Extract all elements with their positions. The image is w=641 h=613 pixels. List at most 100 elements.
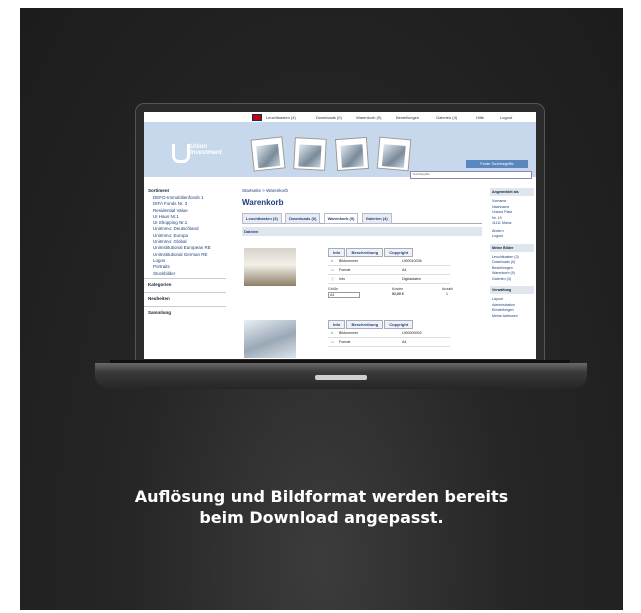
link-warenkorb[interactable]: Warenkorb (9) <box>492 271 532 276</box>
link-downloads[interactable]: Downloads (0) <box>492 260 532 265</box>
nav-item-uniimmo-de[interactable]: UniImmo: Deutschland <box>153 226 226 231</box>
header-photo-3 <box>334 136 370 172</box>
tab-warenkorb[interactable]: Warenkorb (9) <box>323 213 359 224</box>
cart-tabs: Leuchtkasten (3) Downloads (0) Warenkorb… <box>242 213 482 224</box>
dateien-section-header: Dateien <box>242 227 482 236</box>
caption-line-1: Auflösung und Bildformat werden bereits <box>134 487 509 506</box>
user-line: Nachname <box>492 204 510 209</box>
tab-galerien[interactable]: Galerien (4) <box>361 213 392 224</box>
right-sidebar: Angemeldet als Vorname Nachname Unions P… <box>490 188 534 359</box>
topbar-leuchtkasten[interactable]: Leuchtkasten (4) <box>266 115 296 120</box>
union-investment-logo[interactable]: Union Investment <box>172 142 232 163</box>
item-2-tab-copyright[interactable]: Copyright <box>384 320 414 329</box>
nav-item-uniinst-eu[interactable]: UniInstitutional European RE <box>153 245 226 250</box>
number-icon: # <box>331 331 333 335</box>
topbar-downloads[interactable]: Downloads (0) <box>316 115 342 120</box>
topbar-bestellungen[interactable]: Bestellungen <box>396 115 419 120</box>
logout-link[interactable]: Logout <box>492 234 532 239</box>
kosten-label: Kosten <box>392 287 404 291</box>
tab-leuchtkasten[interactable]: Leuchtkasten (3) <box>242 213 282 224</box>
nav-item-logos[interactable]: Logos <box>153 258 226 263</box>
item-2-tab-beschreibung[interactable]: Beschreibung <box>346 320 384 329</box>
user-line: Unions Platz <box>492 210 513 214</box>
nav-item-stockbilder[interactable]: Stockbilder <box>153 271 226 276</box>
item-1-tab-beschreibung[interactable]: Beschreibung <box>346 248 384 257</box>
nav-item-uniimmo-eu[interactable]: UniImmo: Europa <box>153 233 226 238</box>
nav-section-kategorien[interactable]: Kategorien <box>144 277 226 290</box>
nav-section-sammlung[interactable]: Sammlung <box>144 305 226 318</box>
nav-item-ui-haus[interactable]: UI Haus Nr.1 <box>153 214 226 219</box>
topbar-hilfe[interactable]: Hilfe <box>476 115 484 120</box>
link-administration[interactable]: Administration <box>492 303 532 308</box>
sortiment-heading: Sortiment <box>148 188 170 193</box>
format-icon: ▭ <box>331 268 335 272</box>
site-header: Union Investment Feste Suchbegriffe Such… <box>144 122 536 179</box>
caption: Auflösung und Bildformat werden bereits … <box>20 486 623 528</box>
item-2-row-bildnummer: # Bildnummer UI00000002 <box>328 330 450 338</box>
item-1-info-tabs: Info Beschreibung Copyright <box>328 248 450 257</box>
laptop-screen: Leuchtkasten (4) Downloads (0) Warenkorb… <box>144 112 536 359</box>
number-icon: # <box>331 259 333 263</box>
item-1-row-info: ⓘ Info Digitaldaten <box>328 276 450 284</box>
verwaltung-heading: Verwaltung <box>490 286 534 294</box>
nav-item-difa[interactable]: DIFA Fonds Nr. 3 <box>153 201 226 206</box>
groesse-label: Größe <box>328 287 339 291</box>
header-photo-4 <box>376 136 412 172</box>
link-einstellungen[interactable]: Einstellungen <box>492 308 532 313</box>
item-1-row-bildnummer: # Bildnummer UI00010036 <box>328 258 450 266</box>
anzahl-input[interactable]: 1 <box>446 292 448 296</box>
anzahl-label: Anzahl <box>442 287 453 291</box>
info-icon: ⓘ <box>331 277 335 281</box>
aendern-link[interactable]: Ändern <box>492 229 532 234</box>
uk-flag-icon[interactable] <box>252 114 262 121</box>
link-adressen[interactable]: Meine Adressen <box>492 314 532 319</box>
kosten-value: 92,00 € <box>392 292 404 296</box>
item-1-row-format: ▭ Format A4 <box>328 267 450 275</box>
background-stage: Leuchtkasten (4) Downloads (0) Warenkorb… <box>20 8 623 610</box>
laptop-lid: Leuchtkasten (4) Downloads (0) Warenkorb… <box>135 103 545 363</box>
nav-item-residential[interactable]: Residential Value <box>153 208 226 213</box>
nav-item-uniinst-de[interactable]: UniInstitutional German RE <box>153 252 226 257</box>
link-bestellungen[interactable]: Bestellungen <box>492 266 532 271</box>
union-logo-icon <box>172 144 190 163</box>
topbar-galerien[interactable]: Galerien (4) <box>436 115 457 120</box>
cart-item-1-image[interactable] <box>244 248 296 286</box>
breadcrumb[interactable]: Startseite > Warenkorb <box>242 188 482 193</box>
format-icon: ▭ <box>331 340 335 344</box>
link-galerien[interactable]: Galerien (4) <box>492 277 532 282</box>
tab-downloads[interactable]: Downloads (0) <box>285 213 321 224</box>
trackpad-notch <box>315 375 367 380</box>
nav-item-portraits[interactable]: Portraits <box>153 264 226 269</box>
laptop-base <box>95 363 587 389</box>
header-photo-1 <box>250 136 286 172</box>
main-content: Startseite > Warenkorb Warenkorb Leuchtk… <box>242 188 482 359</box>
nav-item-uniimmo-global[interactable]: UniImmo: Global <box>153 239 226 244</box>
logo-line-investment: Investment <box>190 150 222 156</box>
topbar-logout[interactable]: Logout <box>500 115 512 120</box>
user-line: Vorname <box>492 199 507 203</box>
nav-section-neuheiten[interactable]: Neuheiten <box>144 291 226 304</box>
angemeldet-heading: Angemeldet als <box>490 188 534 196</box>
user-line: Nr. 19 <box>492 215 502 220</box>
top-utility-bar: Leuchtkasten (4) Downloads (0) Warenkorb… <box>144 112 536 122</box>
left-navigation: Sortiment DEFO-Immobilienfonds 1 DIFA Fo… <box>144 188 226 359</box>
search-input[interactable]: Suchbegriffe <box>410 171 532 179</box>
item-1-tab-copyright[interactable]: Copyright <box>384 248 414 257</box>
user-line: 11111 Mainz <box>492 221 512 225</box>
page-title: Warenkorb <box>242 198 284 207</box>
cart-item-2-image[interactable] <box>244 320 296 358</box>
nav-item-defo[interactable]: DEFO-Immobilienfonds 1 <box>153 195 226 200</box>
caption-line-2: beim Download angepasst. <box>199 508 444 527</box>
link-layout[interactable]: Layout <box>492 297 532 302</box>
meine-bilder-heading: Meine Bilder <box>490 243 534 252</box>
item-2-tab-info[interactable]: Info <box>328 320 346 329</box>
item-2-info-tabs: Info Beschreibung Copyright <box>328 320 450 329</box>
feste-suchbegriffe-button[interactable]: Feste Suchbegriffe <box>466 160 528 168</box>
item-1-tab-info[interactable]: Info <box>328 248 346 257</box>
link-leuchtkasten[interactable]: Leuchtkasten (3) <box>492 255 532 260</box>
topbar-warenkorb[interactable]: Warenkorb (9) <box>356 115 381 120</box>
header-photo-2 <box>293 137 327 171</box>
groesse-select[interactable]: A4 <box>328 292 360 298</box>
nav-item-ui-shopping[interactable]: UI Shopping Nr.1 <box>153 220 226 225</box>
item-2-row-format: ▭ Format A4 <box>328 339 450 347</box>
